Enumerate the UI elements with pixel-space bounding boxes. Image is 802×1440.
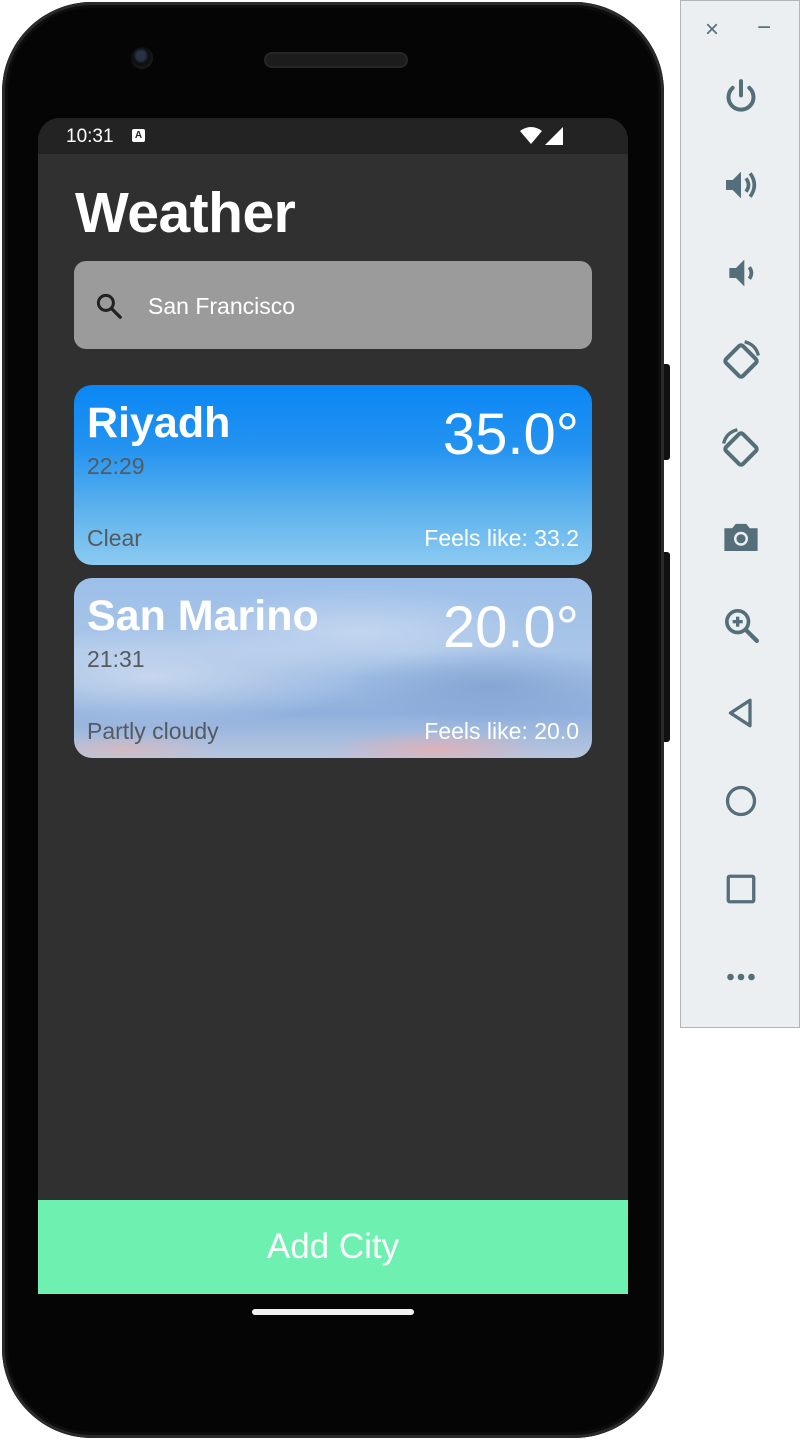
city-condition: Partly cloudy	[87, 718, 219, 744]
notification-icon: A	[132, 129, 145, 142]
page-title: Weather	[75, 181, 296, 245]
overview-icon[interactable]	[711, 859, 771, 919]
city-temperature: 20.0°	[442, 595, 579, 660]
status-time: 10:31	[66, 126, 114, 147]
city-local-time: 21:31	[87, 646, 145, 672]
rotate-right-icon[interactable]	[711, 419, 771, 479]
city-condition: Clear	[87, 525, 142, 551]
home-gesture-bar[interactable]	[252, 1309, 414, 1315]
signal-icon	[545, 127, 563, 145]
wifi-icon	[520, 127, 542, 144]
volume-down-icon[interactable]	[711, 243, 771, 303]
volume-up-icon[interactable]	[711, 155, 771, 215]
zoom-icon[interactable]	[711, 595, 771, 655]
camera-icon[interactable]	[711, 507, 771, 567]
city-feels-like: Feels like: 33.2	[424, 525, 579, 551]
add-city-button[interactable]: Add City	[38, 1200, 628, 1294]
minimize-icon[interactable]: −	[757, 13, 771, 43]
side-button-power[interactable]	[664, 364, 670, 460]
rotate-left-icon[interactable]	[711, 331, 771, 391]
emulator-toolbar: × −	[680, 0, 800, 1028]
more-icon[interactable]	[711, 947, 771, 1007]
home-icon[interactable]	[711, 771, 771, 831]
search-input[interactable]	[146, 285, 570, 327]
side-button-volume[interactable]	[664, 552, 670, 742]
search-bar[interactable]	[74, 261, 592, 349]
status-bar: 10:31 A	[38, 118, 628, 154]
city-card-san-marino[interactable]: San Marino 21:31 20.0° Partly cloudy Fee…	[74, 578, 592, 758]
phone-screen: 10:31 A Weather Riyadh 22:29 35.0° Clear…	[38, 118, 628, 1294]
search-icon	[96, 293, 122, 319]
city-feels-like: Feels like: 20.0	[424, 718, 579, 744]
city-local-time: 22:29	[87, 453, 145, 479]
city-name: Riyadh	[87, 399, 231, 447]
back-icon[interactable]	[711, 683, 771, 743]
city-temperature: 35.0°	[442, 402, 579, 467]
close-icon[interactable]: ×	[705, 15, 719, 45]
front-camera	[131, 47, 153, 69]
city-name: San Marino	[87, 592, 319, 640]
power-icon[interactable]	[711, 67, 771, 127]
city-card-riyadh[interactable]: Riyadh 22:29 35.0° Clear Feels like: 33.…	[74, 385, 592, 565]
earpiece-speaker	[264, 52, 408, 68]
